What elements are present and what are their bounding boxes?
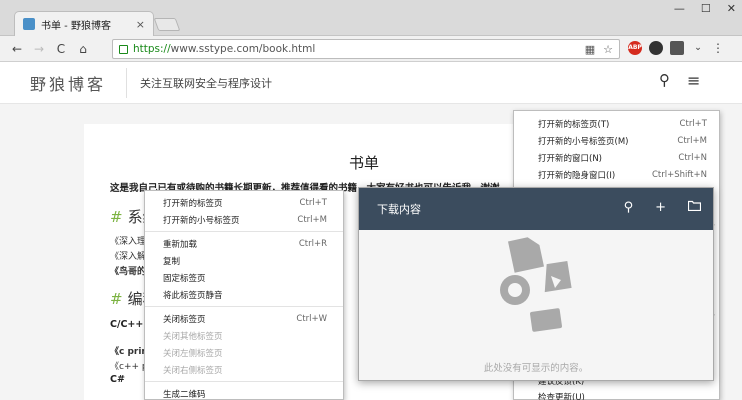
category-label: C/C++ <box>110 319 144 330</box>
book-item[interactable]: 《深入解 <box>110 249 146 262</box>
tab-menu-item: 关闭其他标签页 <box>145 327 343 344</box>
tab-menu-item-shortcut: Ctrl+T <box>299 197 327 208</box>
book-item[interactable]: 《c prin <box>110 344 148 357</box>
tab-menu-item-shortcut: Ctrl+W <box>296 313 327 324</box>
qr-code-icon[interactable]: ▦ <box>585 43 595 56</box>
tab-menu-item-label: 将此标签页静音 <box>163 290 223 301</box>
browser-menu-icon[interactable]: ⋮ <box>712 41 724 55</box>
extensions-area: ABP ⌄ ⋮ <box>628 41 724 55</box>
tab-menu-item[interactable]: 打开新的小号标签页 Ctrl+M <box>145 211 343 228</box>
downloads-panel: 下载内容 ⚲ + 此处没有可显示的内容。 <box>358 187 714 381</box>
tab-menu-item-label: 打开新的标签页 <box>163 198 223 209</box>
tab-menu-item-label: 重新加载 <box>163 239 198 250</box>
tab-menu-item[interactable]: 复制 <box>145 252 343 269</box>
downloads-folder-icon[interactable] <box>687 200 702 215</box>
tab-menu-item-shortcut: Ctrl+R <box>298 238 327 249</box>
favicon-icon <box>23 18 35 30</box>
book-item[interactable]: 《深入理 <box>110 234 146 247</box>
tab-menu-item-label: 关闭标签页 <box>163 314 206 325</box>
tab-menu-item: 关闭右侧标签页 <box>145 361 343 378</box>
forward-button[interactable]: → <box>30 42 48 56</box>
tab-menu-item-label: 关闭右侧标签页 <box>163 365 223 376</box>
site-header: 野狼博客 关注互联网安全与程序设计 ⚲ ≡ <box>0 62 742 104</box>
tab-menu-item-label: 打开新的小号标签页 <box>163 215 240 226</box>
tab-menu-item-shortcut: Ctrl+M <box>297 214 327 225</box>
dark-circle-icon[interactable] <box>649 41 663 55</box>
menu-separator <box>145 306 343 307</box>
downloads-title: 下载内容 <box>377 203 421 216</box>
address-bar[interactable]: https://www.sstype.com/book.html ▦ ☆ <box>112 39 620 59</box>
tab-menu-item-label: 关闭左侧标签页 <box>163 348 223 359</box>
browser-tab[interactable]: 书单 - 野狼博客 × <box>14 11 154 36</box>
tab-menu-item-label: 复制 <box>163 256 181 267</box>
tab-title: 书单 - 野狼博客 <box>41 20 111 32</box>
tab-menu-item: 关闭左侧标签页 <box>145 344 343 361</box>
browser-titlebar: 书单 - 野狼博客 × — ☐ ✕ <box>0 0 742 36</box>
window-icon[interactable] <box>670 41 684 55</box>
tab-menu-item[interactable]: 打开新的标签页 Ctrl+T <box>145 194 343 211</box>
window-controls: — ☐ ✕ <box>674 2 736 15</box>
category-label: C# <box>110 374 125 385</box>
menu-new-window[interactable]: 打开新的窗口(N) Ctrl+N <box>514 149 719 166</box>
hamburger-menu-icon[interactable]: ≡ <box>687 71 700 90</box>
page-title: 书单 <box>349 154 380 172</box>
new-tab-button[interactable] <box>153 18 181 31</box>
empty-downloads-illustration-icon <box>493 232 583 345</box>
tab-menu-item-label: 生成二维码 <box>163 389 206 400</box>
maximize-button[interactable]: ☐ <box>701 2 711 15</box>
url-text[interactable]: https://www.sstype.com/book.html <box>133 43 585 55</box>
minimize-button[interactable]: — <box>674 2 685 15</box>
search-icon[interactable]: ⚲ <box>659 71 670 89</box>
abp-icon[interactable]: ABP <box>628 41 642 55</box>
tab-menu-item[interactable]: 生成二维码 <box>145 385 343 400</box>
url-scheme: https:// <box>133 43 171 55</box>
tab-menu-item[interactable]: 关闭标签页 Ctrl+W <box>145 310 343 327</box>
tab-menu-item-label: 关闭其他标签页 <box>163 331 223 342</box>
back-button[interactable]: ← <box>8 42 26 56</box>
url-host-path: www.sstype.com/book.html <box>170 43 316 55</box>
site-logo[interactable]: 野狼博客 <box>30 71 106 95</box>
tab-menu-item-label: 固定标签页 <box>163 273 206 284</box>
tab-menu-item[interactable]: 固定标签页 <box>145 269 343 286</box>
menu-new-small-tab[interactable]: 打开新的小号标签页(M) Ctrl+M <box>514 132 719 149</box>
book-item[interactable]: 《鸟哥的 <box>110 264 146 277</box>
browser-toolbar: ← → C ⌂ https://www.sstype.com/book.html… <box>0 36 742 62</box>
downloads-search-icon[interactable]: ⚲ <box>624 200 634 215</box>
downloads-empty-text: 此处没有可显示的内容。 <box>483 363 589 374</box>
menu-new-tab[interactable]: 打开新的标签页(T) Ctrl+T <box>514 115 719 132</box>
menu-separator <box>145 381 343 382</box>
menu-check-update[interactable]: 检查更新(U) <box>538 391 585 400</box>
bookmark-star-icon[interactable]: ☆ <box>603 43 613 56</box>
downloads-add-icon[interactable]: + <box>655 200 666 215</box>
book-item[interactable]: 《c++ p <box>110 359 148 372</box>
site-tagline: 关注互联网安全与程序设计 <box>140 77 272 90</box>
tab-close-icon[interactable]: × <box>136 18 145 31</box>
menu-new-incognito[interactable]: 打开新的隐身窗口(I) Ctrl+Shift+N <box>514 166 719 183</box>
chevron-icon[interactable]: ⌄ <box>691 41 705 55</box>
downloads-header: 下载内容 ⚲ + <box>359 188 713 230</box>
secure-lock-icon[interactable] <box>119 44 128 54</box>
menu-separator <box>145 231 343 232</box>
tab-menu-item[interactable]: 重新加载 Ctrl+R <box>145 235 343 252</box>
header-divider <box>126 68 127 98</box>
reload-button[interactable]: C <box>52 42 70 56</box>
tab-context-menu: 打开新的标签页 Ctrl+T 打开新的小号标签页 Ctrl+M 重新加载 Ctrl+R 复制… <box>144 190 344 400</box>
home-button[interactable]: ⌂ <box>74 42 92 56</box>
close-window-button[interactable]: ✕ <box>727 2 736 15</box>
tab-menu-item[interactable]: 将此标签页静音 <box>145 286 343 303</box>
